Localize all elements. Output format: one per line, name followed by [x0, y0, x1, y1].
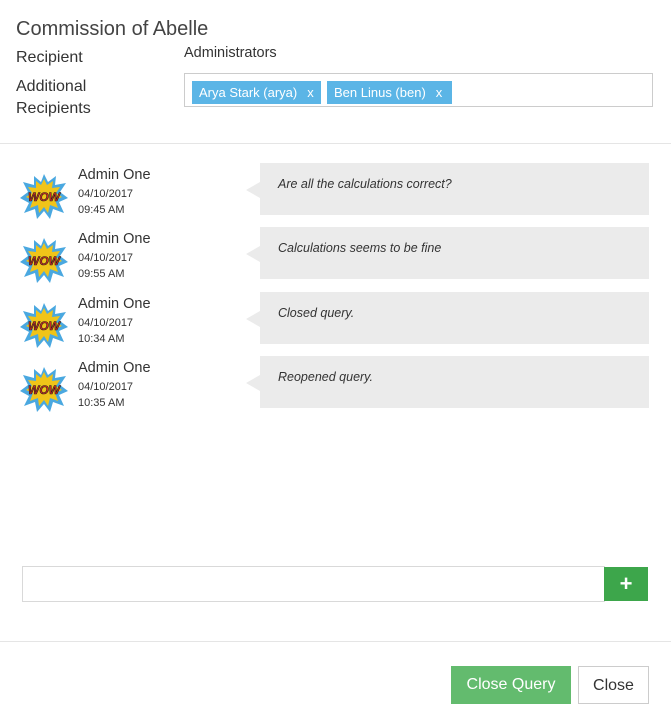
close-query-button[interactable]: Close Query: [451, 666, 571, 704]
avatar-text: WOW: [28, 383, 62, 397]
message-text: Closed query.: [278, 306, 355, 320]
message-item: WOW Admin One 04/10/2017 09:45 AM Are al…: [0, 163, 671, 227]
avatar-text: WOW: [28, 254, 62, 268]
message-text: Reopened query.: [278, 370, 373, 384]
message-date: 04/10/2017: [78, 317, 134, 329]
message-time: 09:45 AM: [78, 204, 125, 216]
recipient-label: Recipient: [16, 49, 83, 66]
avatar-text: WOW: [28, 319, 62, 333]
message-bubble: Calculations seems to be fine: [246, 227, 649, 279]
wow-avatar-icon: WOW: [20, 238, 68, 283]
message-date: 04/10/2017: [78, 252, 134, 264]
remove-tag-button[interactable]: x: [436, 85, 443, 100]
recipient-tag-label: Ben Linus (ben): [334, 85, 426, 100]
wow-avatar-icon: WOW: [20, 303, 68, 348]
message-item: WOW Admin One 04/10/2017 09:55 AM Calcul…: [0, 227, 671, 291]
message-item: WOW Admin One 04/10/2017 10:34 AM Closed…: [0, 292, 671, 356]
wow-avatar-icon: WOW: [20, 367, 68, 412]
message-time: 10:34 AM: [78, 333, 125, 345]
footer-divider: [0, 641, 671, 642]
header-divider: [0, 143, 671, 144]
recipient-tag-label: Arya Stark (arya): [199, 85, 298, 100]
additional-recipients-label-line2: Recipients: [16, 100, 91, 117]
message-bubble: Closed query.: [246, 292, 649, 344]
wow-avatar-icon: WOW: [20, 174, 68, 219]
message-time: 09:55 AM: [78, 268, 125, 280]
remove-tag-button[interactable]: x: [307, 85, 314, 100]
message-author: Admin One: [78, 167, 151, 183]
message-date: 04/10/2017: [78, 188, 134, 200]
message-bubble: Reopened query.: [246, 356, 649, 408]
message-bubble: Are all the calculations correct?: [246, 163, 649, 215]
comment-input[interactable]: [22, 566, 605, 602]
additional-recipients-input[interactable]: Arya Stark (arya) x Ben Linus (ben) x: [184, 73, 653, 107]
recipient-tag: Ben Linus (ben) x: [327, 81, 452, 104]
avatar-text: WOW: [28, 190, 62, 204]
message-date: 04/10/2017: [78, 381, 134, 393]
modal-title: Commission of Abelle: [16, 18, 209, 40]
message-text: Are all the calculations correct?: [278, 177, 452, 191]
message-author: Admin One: [78, 360, 151, 376]
add-comment-button[interactable]: +: [604, 567, 648, 601]
recipient-value: Administrators: [184, 45, 277, 61]
message-text: Calculations seems to be fine: [278, 241, 442, 255]
recipient-tag: Arya Stark (arya) x: [192, 81, 321, 104]
close-button[interactable]: Close: [578, 666, 649, 704]
message-item: WOW Admin One 04/10/2017 10:35 AM Reopen…: [0, 356, 671, 420]
message-author: Admin One: [78, 296, 151, 312]
plus-icon: +: [619, 571, 633, 596]
additional-recipients-label-line1: Additional: [16, 78, 87, 95]
message-author: Admin One: [78, 231, 151, 247]
message-time: 10:35 AM: [78, 397, 125, 409]
